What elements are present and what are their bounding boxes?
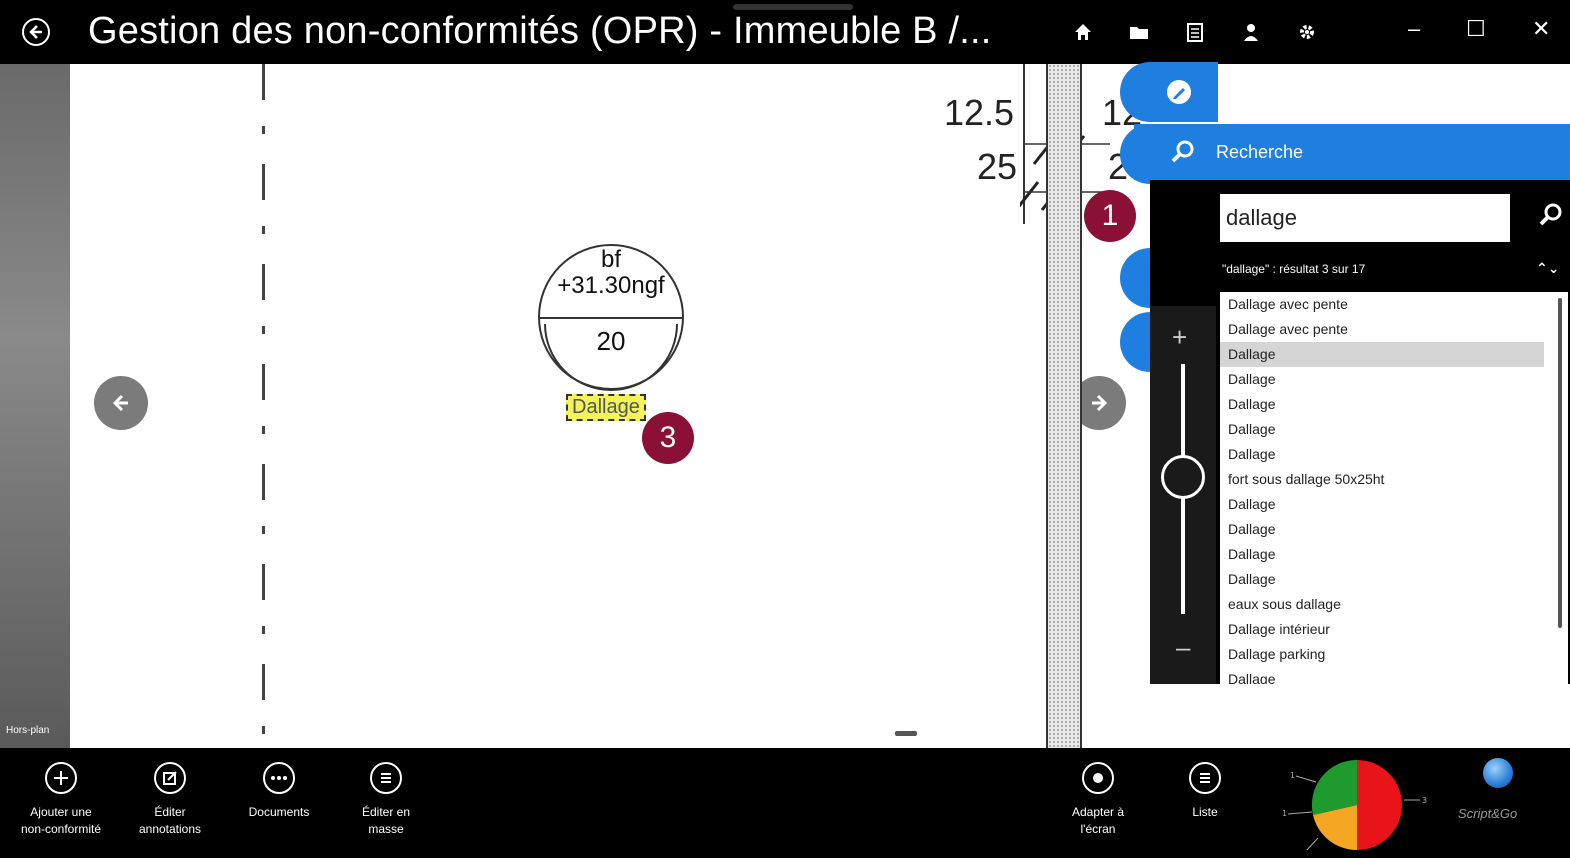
home-icon[interactable] [1055,18,1111,46]
close-button[interactable]: ✕ [1532,16,1550,42]
dimension-label: 25 [977,146,1018,187]
edit-icon [154,762,186,794]
list-label: Liste [1192,805,1218,819]
bulk-edit-button[interactable]: Éditer en masse [331,762,441,838]
search-result-item[interactable]: Dallage [1220,367,1568,392]
user-icon[interactable] [1223,18,1279,46]
search-result-item[interactable]: Dallage [1220,417,1568,442]
off-plan-strip[interactable]: Hors-plan [0,64,70,748]
arrow-right-icon [1092,394,1108,412]
arrow-left-icon [112,394,128,412]
search-icon [1539,203,1562,226]
previous-page-button[interactable] [94,376,148,430]
back-arrow-icon [29,25,42,39]
fit-to-screen-button[interactable]: Adapter à l'écran [1043,762,1153,838]
level-marker-label: bf [600,246,621,273]
pie-label: 1 [1290,771,1295,780]
fit-label-1: Adapter à [1071,805,1125,819]
search-result-item[interactable]: Dallage [1220,517,1568,542]
fit-screen-icon [1082,762,1114,794]
plan-dashed-line [262,64,265,748]
edit-annotations-label-1: Éditer [154,805,186,819]
result-nav-arrows[interactable]: ⌃⌄ [1536,260,1559,277]
add-label-2: non-conformité [20,822,102,836]
edit-annotations-label-2: annotations [138,822,202,836]
search-result-item[interactable]: Dallage [1220,567,1568,592]
zoom-slider-thumb[interactable] [1161,454,1205,499]
scriptandgo-logo: Script&Go [1458,756,1558,846]
documents-label: Documents [248,805,310,819]
chevron-down-icon[interactable]: ⌄ [1548,260,1560,276]
fit-label-2: l'écran [1080,822,1116,836]
pie-label: 1 [1282,809,1287,818]
bulk-edit-label-2: masse [368,822,404,836]
list-icon [1189,762,1221,794]
plan-mark [895,731,917,736]
gear-icon[interactable] [1279,18,1335,46]
search-result-item[interactable]: fort sous dallage 50x25ht [1220,467,1568,492]
list-button[interactable]: Liste [1150,762,1260,821]
callout-badge: 3 [642,412,694,464]
add-label-1: Ajouter une [30,805,92,819]
app-title: Gestion des non-conformités (OPR) - Imme… [88,10,992,52]
folder-icon[interactable] [1111,18,1167,46]
maximize-button[interactable]: ☐ [1466,16,1486,42]
logo-text: Script&Go [1458,806,1518,821]
edit-annotations-button[interactable]: Éditer annotations [115,762,225,838]
add-nonconformity-button[interactable]: Ajouter une non-conformité [6,762,116,838]
search-result-item[interactable]: Dallage parking [1220,642,1568,667]
tab-annotate[interactable] [1120,62,1218,122]
pie-label: 3 [1422,796,1427,805]
search-result-item[interactable]: Dallage [1220,442,1568,467]
documents-button[interactable]: Documents [224,762,334,821]
title-bar: Gestion des non-conformités (OPR) - Imme… [0,0,1570,64]
bottom-app-bar: Ajouter une non-conformité Éditer annotati… [0,748,1570,858]
wall-hatch [1046,64,1082,748]
search-result-item[interactable]: Dallage [1220,542,1568,567]
search-icon [1171,140,1194,163]
zoom-in-button[interactable]: + [1172,322,1187,353]
zoom-out-button[interactable]: – [1176,632,1190,663]
back-button[interactable] [22,18,50,46]
search-result-item[interactable]: Dallage [1220,667,1568,684]
zoom-control: + – [1150,306,1216,684]
search-result-item[interactable]: Dallage [1220,342,1544,367]
dimension-label: 12.5 [944,92,1015,133]
plus-circle-icon [45,762,77,794]
search-results-list[interactable]: Dallage avec pente Dallage avec pente Dall… [1220,292,1568,684]
search-result-count: "dallage" : résultat 3 sur 17 [1222,262,1366,276]
logo-globe-icon [1483,758,1513,788]
search-result-item[interactable]: Dallage [1220,492,1568,517]
chevron-up-icon[interactable]: ⌃ [1536,260,1548,276]
pencil-icon [1167,80,1191,104]
status-pie-chart[interactable]: 1 1 3 [1282,759,1442,858]
search-result-item[interactable]: Dallage [1220,392,1568,417]
search-result-item[interactable]: Dallage avec pente [1220,317,1568,342]
level-marker: bf +31.30ngf 20 [536,242,686,392]
list-edit-icon [370,762,402,794]
off-plan-label: Hors-plan [6,725,50,736]
results-scrollbar[interactable] [1558,298,1562,628]
search-input[interactable] [1220,194,1510,242]
tab-search[interactable]: Recherche [1134,124,1570,180]
level-marker-elevation: +31.30ngf [557,272,665,299]
search-result-item[interactable]: eaux sous dallage [1220,592,1568,617]
search-highlight[interactable]: Dallage [566,394,646,421]
search-button[interactable] [1538,202,1564,233]
bulk-edit-label-1: Éditer en [361,805,411,819]
search-result-item[interactable]: Dallage avec pente [1220,292,1568,317]
more-icon [263,762,295,794]
callout-badge: 1 [1084,190,1136,242]
calendar-icon[interactable] [1167,18,1223,46]
pie-slice-red [1357,760,1402,850]
search-result-item[interactable]: Dallage intérieur [1220,617,1568,642]
level-marker-value: 20 [596,326,626,356]
tab-search-label: Recherche [1216,141,1304,162]
minimize-button[interactable]: – [1408,16,1420,42]
